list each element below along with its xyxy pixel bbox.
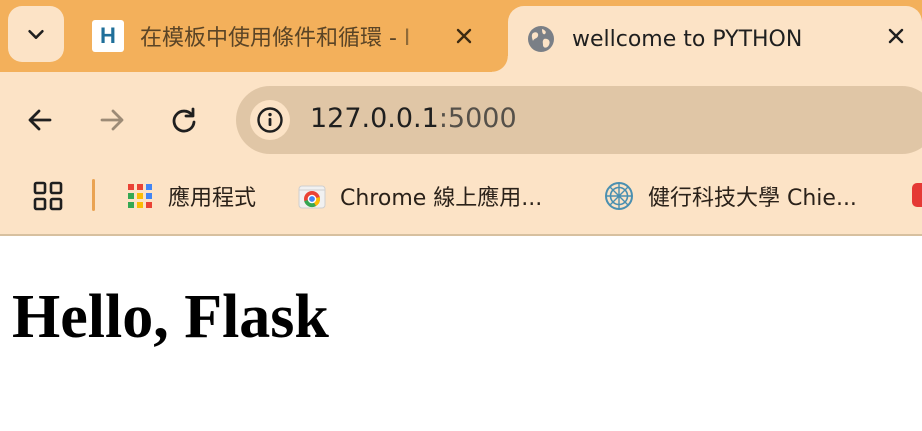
tab-search-button[interactable]	[8, 6, 64, 62]
bookmark-chienkuo[interactable]: 健行科技大學 Chie...	[604, 176, 857, 216]
bookmark-overflow-icon[interactable]	[912, 183, 922, 207]
forward-button[interactable]	[90, 98, 134, 142]
toolbar: 127.0.0.1:5000	[0, 72, 922, 168]
arrow-left-icon	[28, 109, 52, 131]
tab-close-button[interactable]	[880, 20, 912, 52]
tab-wellcome-python[interactable]: wellcome to PYTHON	[492, 6, 922, 72]
bookmarks-bar: 應用程式 Chrome 線上應用... 健行科技大學 Chie...	[0, 168, 922, 236]
tab-strip: H 在模板中使用條件和循環 - I wellcome to PYTHON	[0, 0, 922, 72]
tab-title: 在模板中使用條件和循環 - I	[140, 26, 411, 51]
url-host: 127.0.0.1	[310, 103, 439, 134]
back-button[interactable]	[18, 98, 62, 142]
chevron-down-icon	[28, 29, 44, 39]
apps-grid-icon	[128, 184, 152, 208]
bookmark-apps[interactable]: 應用程式	[126, 176, 256, 216]
address-bar[interactable]: 127.0.0.1:5000	[236, 86, 922, 154]
arrow-right-icon	[100, 109, 124, 131]
url-port: :5000	[438, 103, 517, 134]
grid-icon	[33, 181, 63, 211]
university-logo-icon	[605, 182, 633, 210]
tab-close-button[interactable]	[448, 20, 480, 52]
tab-title: wellcome to PYTHON	[572, 26, 803, 52]
reload-button[interactable]	[162, 98, 206, 142]
apps-button[interactable]	[30, 178, 66, 214]
bookmark-label: 應用程式	[168, 186, 257, 211]
close-icon	[456, 28, 472, 44]
chrome-icon	[298, 185, 326, 209]
bookmark-label: 健行科技大學 Chie...	[648, 186, 857, 211]
tab-flask-templates[interactable]: H 在模板中使用條件和循環 - I	[78, 0, 498, 72]
reload-icon	[172, 107, 196, 133]
page-heading: Hello, Flask	[12, 283, 329, 351]
bookmark-label: Chrome 線上應用...	[340, 186, 543, 211]
bookmarks-divider	[92, 179, 95, 211]
close-icon	[888, 28, 904, 44]
h-icon: H	[92, 20, 124, 52]
bookmark-chrome-web-store[interactable]: Chrome 線上應用...	[298, 176, 542, 216]
url-text[interactable]: 127.0.0.1:5000	[310, 103, 517, 134]
page-content: Hello, Flask	[0, 236, 922, 431]
site-info-button[interactable]	[250, 100, 290, 140]
globe-icon	[528, 26, 554, 52]
info-icon	[257, 107, 283, 133]
